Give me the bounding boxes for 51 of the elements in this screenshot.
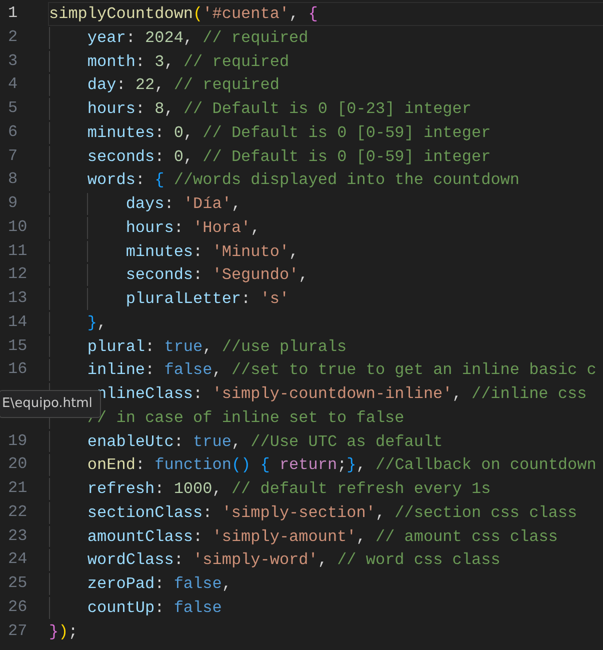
line-number: 23 [7, 526, 28, 546]
code-line: inline: false, //set to true to get an inline basic c [87, 361, 596, 380]
line-number: 26 [7, 596, 28, 618]
line-number: 16 [7, 359, 28, 380]
line-number: 19 [7, 430, 28, 452]
code-line: zeroPad: false, [87, 575, 232, 593]
code-line: enableUtc: true, //Use UTC as default [87, 432, 443, 450]
code-line: refresh: 1000, // default refresh every 1s [87, 480, 491, 498]
code-line: wordClass: 'simply-word', // word css class [87, 551, 500, 570]
code-line: hours: 8, // Default is 0 [0-23] integer [87, 100, 472, 118]
code-line: plural: true, //use plurals [87, 338, 347, 356]
line-number: 6 [7, 122, 18, 143]
code-line: year: 2024, // required [87, 28, 308, 47]
line-number: 8 [7, 169, 18, 190]
code-line: simplyCountdown('#cuenta', { [49, 5, 318, 23]
code-line: pluralLetter: 's' [126, 290, 290, 308]
code-line: amountClass: 'simply-amount', // amount css class [87, 528, 558, 546]
code-line: hours: 'Hora', [126, 218, 260, 237]
line-number: 14 [7, 312, 28, 333]
line-number: 11 [7, 240, 28, 262]
code-line: sectionClass: 'simply-section', //section css class [87, 504, 578, 522]
code-line: }, [87, 314, 107, 332]
line-number: 3 [7, 50, 18, 72]
line-number: 1 [7, 3, 18, 24]
code-line: minutes: 'Minuto', [126, 242, 299, 260]
line-number: 21 [7, 478, 28, 499]
line-number: 24 [7, 549, 28, 570]
line-number: 10 [7, 216, 28, 238]
code-line: }); [49, 622, 78, 640]
code-line: onEnd: function() { return;}, //Callback on countdown [87, 456, 596, 474]
line-number: 4 [7, 74, 18, 96]
code-line: month: 3, // required [87, 52, 290, 70]
line-number: 20 [7, 454, 28, 476]
code-line: words: { //words displayed into the countdown [87, 171, 520, 190]
code-line: seconds: 0, // Default is 0 [0-59] integer [87, 148, 491, 166]
line-number: 5 [7, 98, 18, 119]
line-number: 2 [7, 26, 18, 48]
line-number: 22 [7, 502, 28, 523]
file-path-tooltip: E\equipo.html [0, 390, 102, 418]
code-line: days: 'Día', [126, 195, 242, 213]
code-line: minutes: 0, // Default is 0 [0-59] integer [87, 124, 491, 142]
line-number: 7 [7, 146, 18, 166]
code-line: day: 22, // required [87, 76, 280, 94]
line-number: 9 [7, 193, 18, 214]
code-line: seconds: 'Segundo', [126, 266, 308, 284]
line-number: 25 [7, 573, 28, 594]
line-number: 12 [7, 264, 28, 286]
line-number: 27 [7, 620, 28, 642]
line-number: 15 [7, 336, 28, 356]
code-line: countUp: false [87, 598, 222, 617]
line-number: 13 [7, 288, 28, 309]
